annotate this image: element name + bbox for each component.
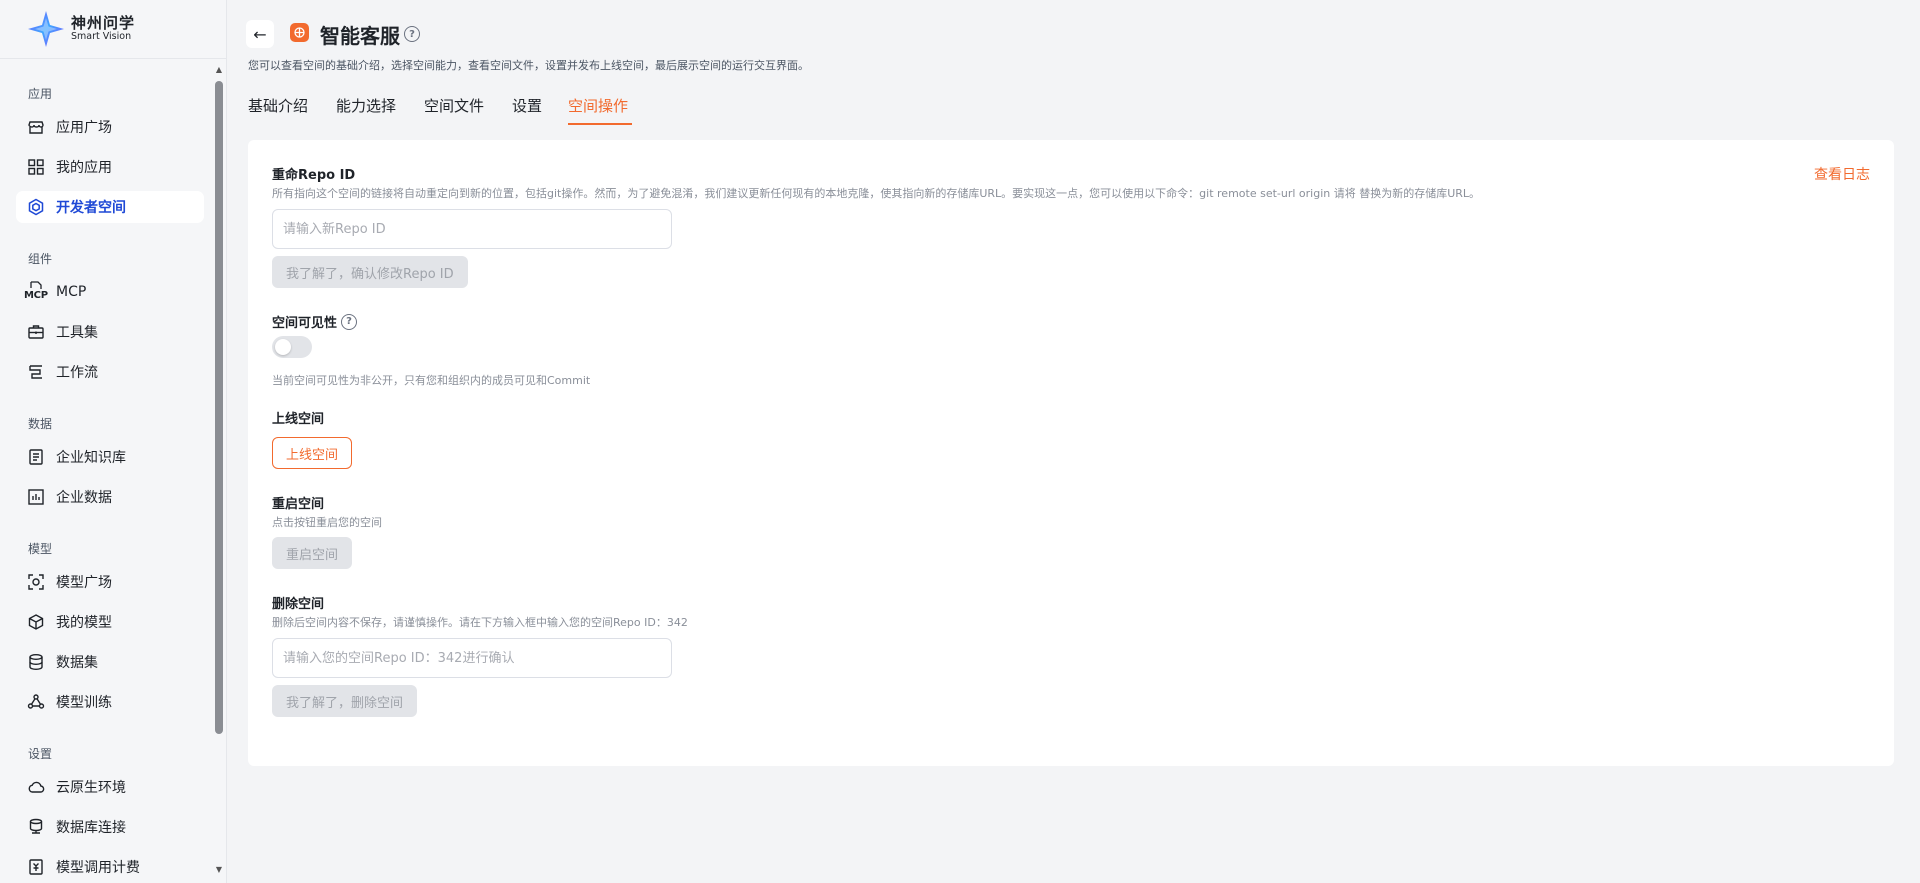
view-log-link[interactable]: 查看日志 [1814,164,1870,184]
cloud-icon [27,778,45,796]
db-connect-icon [27,818,45,836]
sidebar-item-db-connection[interactable]: 数据库连接 [16,811,204,843]
group-label-settings: 设置 [28,747,53,761]
restart-description: 点击按钮重启您的空间 [272,516,382,529]
sidebar-item-label: 开发者空间 [56,200,126,216]
operations-card: 查看日志 重命Repo ID 所有指向这个空间的链接将自动重定向到新的位置，包括… [248,140,1894,766]
toolbox-icon [27,323,45,341]
sidebar-item-cloud-native[interactable]: 云原生环境 [16,771,204,803]
main-content: ← 智能客服 ? 您可以查看空间的基础介绍，选择空间能力，查看空间文件，设置并发… [228,0,1920,883]
delete-confirm-input[interactable] [272,638,672,678]
scroll-down-icon[interactable]: ▼ [214,865,224,875]
group-label-data: 数据 [28,417,53,431]
brand-diamond-icon [28,11,64,47]
sidebar-item-label: 模型调用计费 [56,860,140,876]
workflow-icon [27,363,45,381]
sidebar-item-model-market[interactable]: 模型广场 [16,566,204,598]
group-label-models: 模型 [28,542,53,556]
bar-chart-icon [27,488,45,506]
sidebar-item-enterprise-data[interactable]: 企业数据 [16,481,204,513]
brand-subtitle: Smart Vision [71,30,132,42]
sidebar-nav: 应用 应用广场 我的应用 开发者空间 组件 MCP MCP 工具集 工作流 数据… [0,59,227,883]
visibility-toggle[interactable] [272,336,312,358]
scan-icon [27,573,45,591]
sidebar-item-label: 数据集 [56,655,98,671]
sidebar-item-label: 我的应用 [56,160,112,176]
sidebar-item-label: 我的模型 [56,615,112,631]
publish-section-title: 上线空间 [272,412,325,427]
database-icon [27,653,45,671]
rename-section-title: 重命Repo ID [272,168,356,183]
new-repo-id-input[interactable] [272,209,672,249]
active-tab-indicator [568,123,632,125]
tab-space-files[interactable]: 空间文件 [424,95,484,116]
sidebar-item-label: 企业数据 [56,490,112,506]
sidebar-item-label: 模型广场 [56,575,112,591]
sidebar: 神州问学 Smart Vision 应用 应用广场 我的应用 开发者空间 组件 … [0,0,227,883]
toggle-knob [275,339,291,355]
tab-settings[interactable]: 设置 [512,95,542,116]
visibility-help-icon[interactable]: ? [341,313,358,330]
delete-section-title: 删除空间 [272,597,325,612]
scroll-up-icon[interactable]: ▲ [214,65,224,75]
sidebar-item-label: 工具集 [56,325,98,341]
space-logo-icon [290,23,309,42]
sidebar-item-my-models[interactable]: 我的模型 [16,606,204,638]
help-icon[interactable]: ? [404,26,420,42]
sidebar-item-developer-space[interactable]: 开发者空间 [16,191,204,223]
box-icon [27,613,45,631]
sidebar-item-label: 数据库连接 [56,820,126,836]
visibility-description: 当前空间可见性为非公开，只有您和组织内的成员可见和Commit [272,374,591,387]
sidebar-item-model-training[interactable]: 模型训练 [16,686,204,718]
brand-name: 神州问学 [71,14,136,33]
cube-hex-icon [27,198,45,216]
page-title: 智能客服 [320,24,400,48]
confirm-rename-button[interactable]: 我了解了，确认修改Repo ID [272,256,468,288]
sidebar-item-label: 模型训练 [56,695,112,711]
delete-description: 删除后空间内容不保存，请谨慎操作。请在下方输入框中输入您的空间Repo ID：3… [272,616,688,629]
tab-space-operations[interactable]: 空间操作 [568,95,628,116]
sidebar-item-my-apps[interactable]: 我的应用 [16,151,204,183]
grid-icon [27,158,45,176]
group-label-apps: 应用 [28,87,53,101]
tab-capability[interactable]: 能力选择 [336,95,396,116]
sidebar-item-toolset[interactable]: 工具集 [16,316,204,348]
sidebar-item-label: 企业知识库 [56,450,126,466]
sidebar-scrollbar[interactable]: ▲ ▼ [213,59,225,883]
restart-space-button[interactable]: 重启空间 [272,537,353,569]
brand-logo[interactable]: 神州问学 Smart Vision [27,10,135,48]
sidebar-item-billing[interactable]: 模型调用计费 [16,851,204,883]
sidebar-item-workflow[interactable]: 工作流 [16,356,204,388]
mcp-icon: MCP [24,281,48,301]
sidebar-item-knowledge-base[interactable]: 企业知识库 [16,441,204,473]
visibility-section-title: 空间可见性 ? [272,312,358,331]
store-icon [27,118,45,136]
back-arrow-icon: ← [253,24,267,44]
group-label-components: 组件 [28,252,53,266]
sidebar-item-label: 工作流 [56,365,98,381]
document-icon [27,448,45,466]
sidebar-item-app-market[interactable]: 应用广场 [16,111,204,143]
sidebar-item-mcp[interactable]: MCP MCP [16,276,204,308]
restart-section-title: 重启空间 [272,497,325,512]
page-description: 您可以查看空间的基础介绍，选择空间能力，查看空间文件，设置并发布上线空间，最后展… [248,59,809,72]
billing-icon [27,858,45,876]
scrollbar-thumb[interactable] [215,81,223,734]
delete-space-button[interactable]: 我了解了，删除空间 [272,685,418,717]
sidebar-item-label: 云原生环境 [56,780,126,796]
publish-space-button[interactable]: 上线空间 [272,437,353,469]
training-icon [27,693,45,711]
rename-section-description: 所有指向这个空间的链接将自动重定向到新的位置，包括git操作。然而，为了避免混淆… [272,187,1481,200]
sidebar-item-datasets[interactable]: 数据集 [16,646,204,678]
sidebar-item-label: MCP [56,284,87,300]
back-button[interactable]: ← [246,20,274,48]
tab-basic-intro[interactable]: 基础介绍 [248,95,308,116]
sidebar-item-label: 应用广场 [56,120,112,136]
